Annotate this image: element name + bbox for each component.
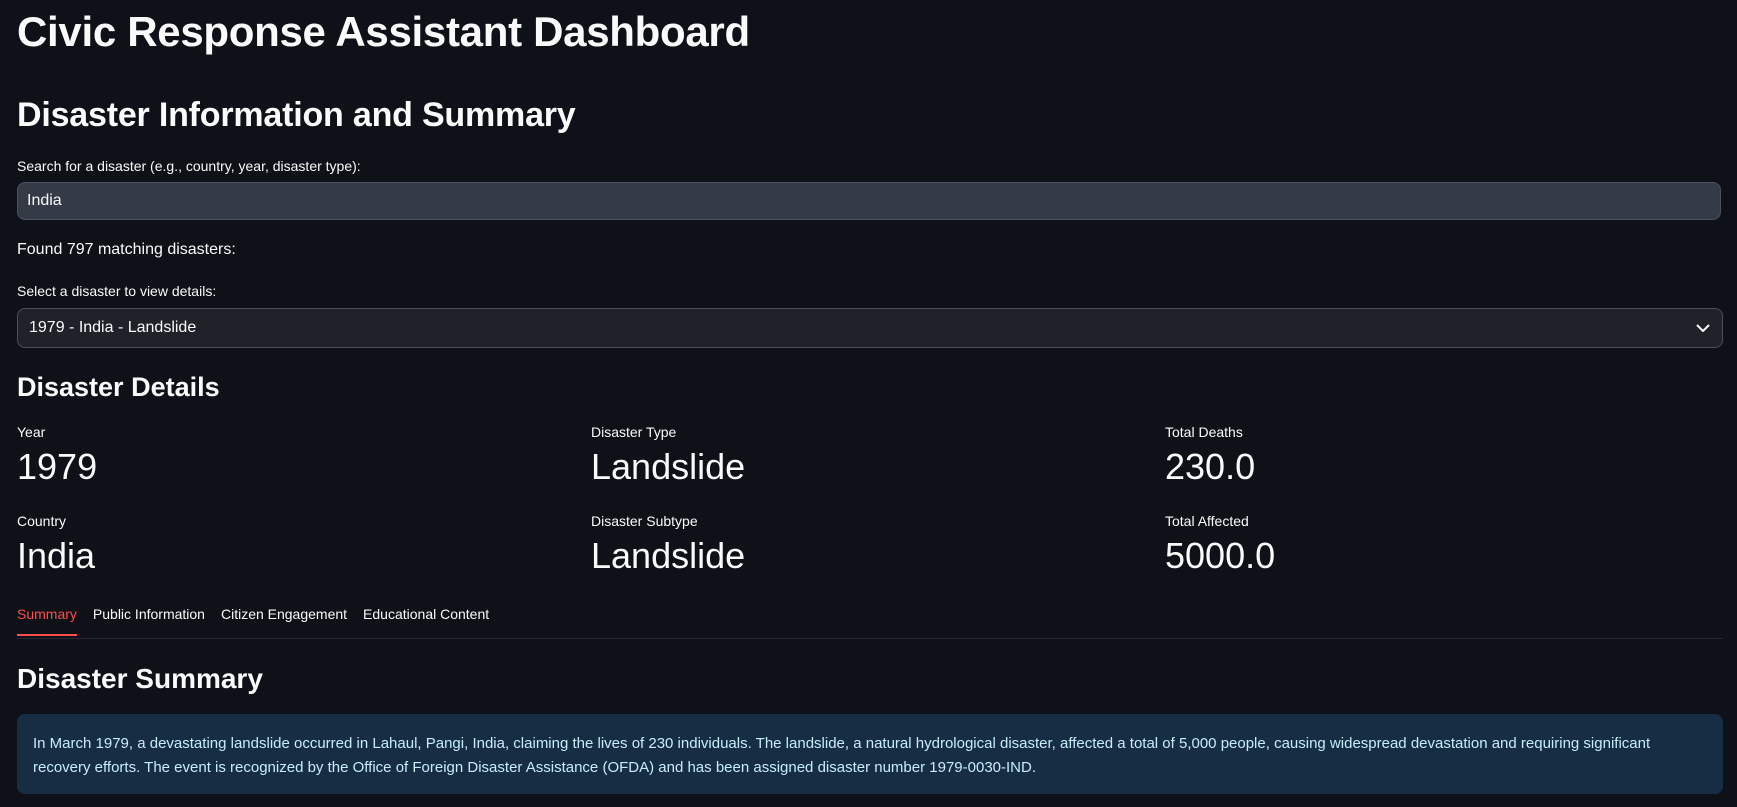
select-label: Select a disaster to view details: [17,283,217,299]
chevron-down-icon[interactable] [1695,320,1711,336]
metric-total-affected: Total Affected 5000.0 [1165,513,1725,577]
summary-title: Disaster Summary [17,663,263,694]
summary-info-box: In March 1979, a devastating landslide o… [17,714,1723,794]
tab-summary[interactable]: Summary [17,606,77,636]
page-title: Civic Response Assistant Dashboard [17,8,750,55]
metric-value: Landslide [591,446,746,487]
section-title: Disaster Information and Summary [17,96,576,134]
details-title: Disaster Details [17,372,220,402]
metric-country: Country India [17,513,577,577]
metric-label: Disaster Subtype [591,513,698,529]
metric-disaster-type: Disaster Type Landslide [591,424,1151,488]
metric-value: 5000.0 [1165,535,1276,576]
metric-label: Country [17,513,67,529]
search-result-count: Found 797 matching disasters: [17,241,236,258]
search-label: Search for a disaster (e.g., country, ye… [17,158,361,174]
metric-value: 230.0 [1165,446,1256,487]
metric-value: 1979 [17,446,98,487]
metric-label: Disaster Type [591,424,677,440]
disaster-select-value: 1979 - India - Landslide [29,319,197,336]
metric-total-deaths: Total Deaths 230.0 [1165,424,1725,488]
metric-label: Year [17,424,46,440]
search-field[interactable] [17,182,1721,220]
disaster-select[interactable]: 1979 - India - Landslide [17,308,1723,348]
tab-citizen-engagement[interactable]: Citizen Engagement [221,606,347,636]
tab-bar: Summary Public Information Citizen Engag… [17,606,489,636]
tab-divider [17,638,1723,639]
tab-educational-content[interactable]: Educational Content [363,606,489,636]
tab-public-information[interactable]: Public Information [93,606,205,636]
metric-label: Total Deaths [1165,424,1243,440]
metric-value: India [17,535,96,576]
metric-disaster-subtype: Disaster Subtype Landslide [591,513,1151,577]
metric-year: Year 1979 [17,424,577,488]
metric-label: Total Affected [1165,513,1249,529]
search-input[interactable] [27,192,1711,210]
metric-value: Landslide [591,535,746,576]
